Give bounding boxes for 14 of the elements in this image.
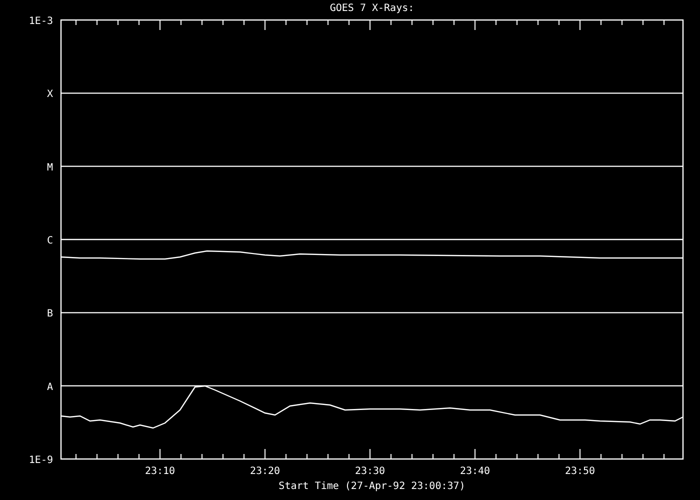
tick-label: 23:10 — [144, 466, 176, 477]
axis-title: Start Time (27-Apr-92 23:00:37) — [278, 481, 466, 492]
chart-title: GOES 7 X-Rays: — [330, 3, 414, 14]
tick-label: M — [46, 162, 53, 174]
tick-label: 23:40 — [460, 466, 490, 477]
tick-label: A — [46, 382, 53, 393]
tick-label: C — [46, 236, 53, 246]
tick-label: B — [46, 308, 53, 320]
tick-label: 23:30 — [354, 466, 386, 477]
tick-label: 1E-9 — [28, 455, 53, 466]
tick-label: 1E-3 — [28, 16, 53, 27]
tick-label: X — [46, 89, 53, 100]
tick-label: 23:20 — [250, 466, 280, 477]
tick-label: 23:50 — [564, 466, 596, 477]
